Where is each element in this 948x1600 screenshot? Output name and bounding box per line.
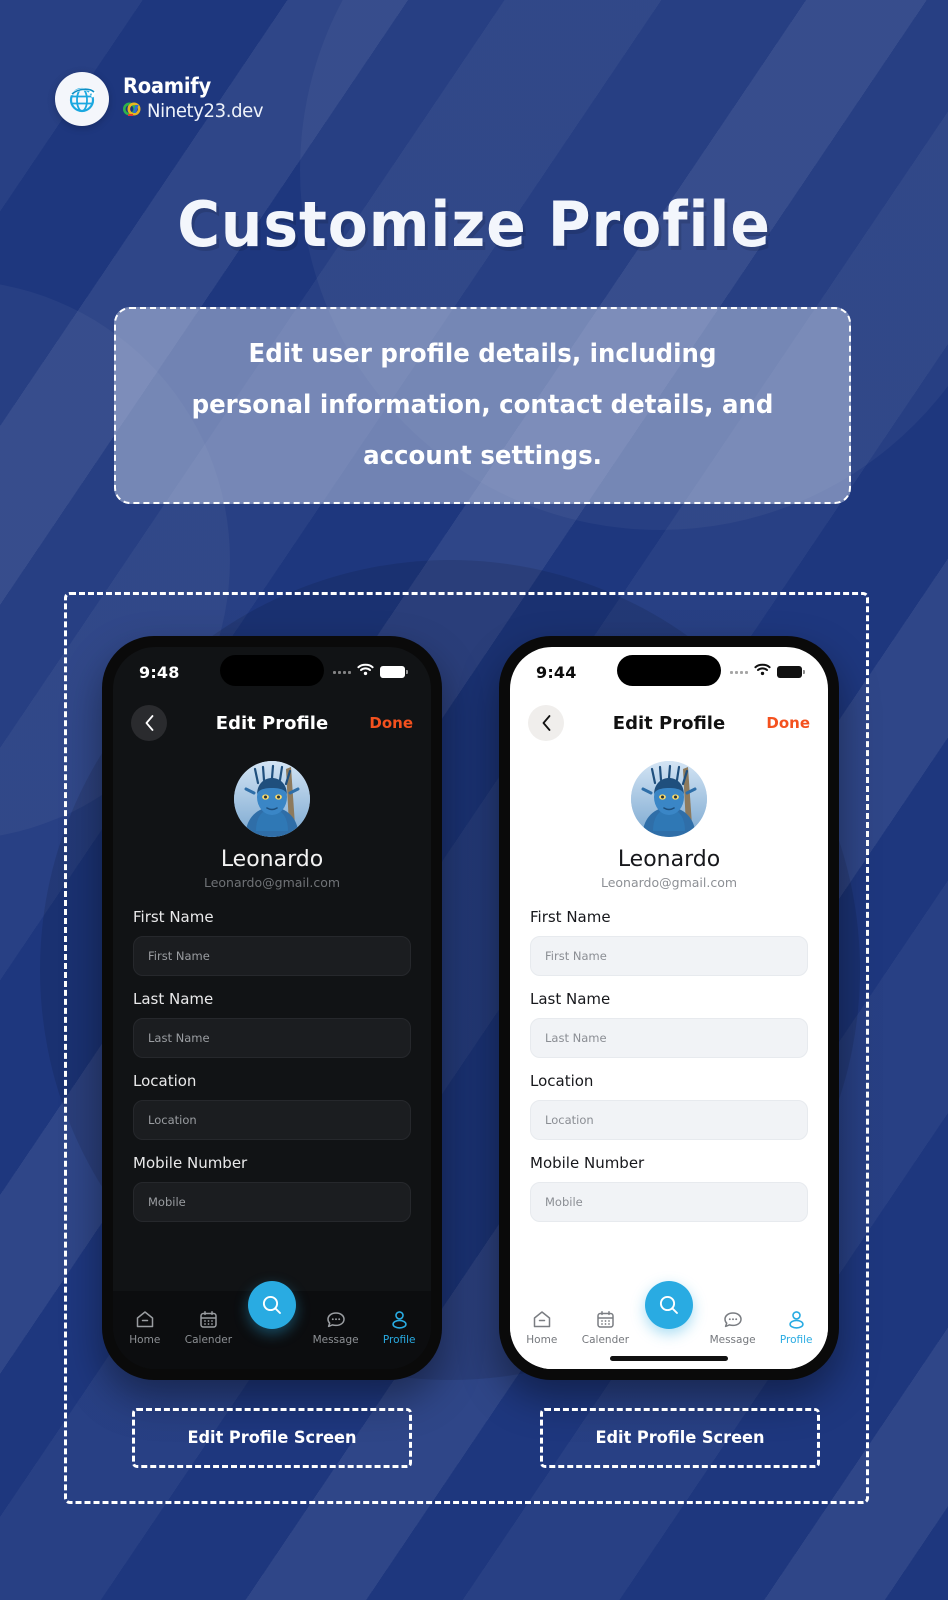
tab-label: Home: [526, 1334, 558, 1346]
home-icon: [532, 1309, 552, 1329]
search-icon[interactable]: [247, 1281, 296, 1329]
field-label: Location: [133, 1072, 197, 1090]
battery-full-icon: [380, 666, 408, 678]
profile-header: Leonardo Leonardo@gmail.com: [510, 749, 828, 890]
field-first-name: First Name First Name: [530, 908, 808, 976]
field-label: First Name: [133, 908, 214, 926]
profile-form: First Name First Name Last Name Last Nam…: [510, 890, 828, 1222]
message-icon: [326, 1309, 346, 1329]
field-label: Last Name: [530, 990, 611, 1008]
field-last-name: Last Name Last Name: [530, 990, 808, 1058]
tab-label: Calender: [184, 1334, 233, 1346]
field-mobile-number: Mobile Number Mobile: [530, 1154, 808, 1222]
ninety23-badge-icon: [123, 100, 143, 123]
globe-icon: [55, 72, 109, 126]
field-location: Location Location: [530, 1072, 808, 1140]
dynamic-island: [220, 655, 324, 686]
nav-bar: Edit Profile Done: [113, 697, 431, 749]
tab-profile[interactable]: Profile: [367, 1309, 431, 1346]
tab-home[interactable]: Home: [510, 1309, 574, 1346]
tab-profile[interactable]: Profile: [764, 1309, 828, 1346]
user-avatar-image[interactable]: [631, 761, 707, 837]
status-bar: 9:44: [510, 647, 828, 697]
profile-name: Leonardo: [220, 847, 324, 872]
caption-text: Edit Profile Screen: [187, 1428, 357, 1448]
chevron-left-icon[interactable]: [528, 705, 564, 741]
first-name-input[interactable]: First Name: [133, 936, 411, 976]
tab-label: Profile: [382, 1334, 416, 1346]
tab-label: Message: [709, 1334, 756, 1346]
search-icon[interactable]: [644, 1281, 693, 1329]
tab-message[interactable]: Message: [701, 1309, 765, 1346]
profile-email: Leonardo@gmail.com: [203, 875, 341, 890]
calendar-icon: [596, 1309, 615, 1329]
brand-lockup[interactable]: Roamify Ninety23.dev: [55, 72, 269, 126]
mobile-input[interactable]: Mobile: [530, 1182, 808, 1222]
tab-calender[interactable]: Calender: [177, 1309, 241, 1346]
phone-mockup-dark: 9:48 Edit Profile Done Leonardo Leonardo…: [102, 636, 442, 1380]
profile-email: Leonardo@gmail.com: [600, 875, 738, 890]
done-button[interactable]: Done: [369, 714, 413, 732]
chevron-left-icon[interactable]: [131, 705, 167, 741]
description-box: Edit user profile details, including per…: [114, 307, 851, 504]
field-last-name: Last Name Last Name: [133, 990, 411, 1058]
field-first-name: First Name First Name: [133, 908, 411, 976]
caption-text: Edit Profile Screen: [595, 1428, 765, 1448]
calendar-icon: [199, 1309, 218, 1329]
field-location: Location Location: [133, 1072, 411, 1140]
description-text: Edit user profile details, including per…: [191, 339, 774, 471]
person-icon: [787, 1309, 806, 1329]
profile-header: Leonardo Leonardo@gmail.com: [113, 749, 431, 890]
field-label: Mobile Number: [133, 1154, 248, 1172]
home-indicator: [213, 1356, 331, 1361]
field-label: First Name: [530, 908, 611, 926]
wifi-icon: [357, 663, 374, 681]
field-label: Location: [530, 1072, 594, 1090]
user-avatar-image[interactable]: [234, 761, 310, 837]
brand-name: Roamify: [123, 74, 211, 99]
tab-label: Home: [129, 1334, 161, 1346]
last-name-input[interactable]: Last Name: [530, 1018, 808, 1058]
first-name-input[interactable]: First Name: [530, 936, 808, 976]
home-indicator: [610, 1356, 728, 1361]
message-icon: [723, 1309, 743, 1329]
wifi-icon: [754, 663, 771, 681]
page-title: Customize Profile: [177, 188, 771, 261]
person-icon: [390, 1309, 409, 1329]
tab-calender[interactable]: Calender: [574, 1309, 638, 1346]
last-name-input[interactable]: Last Name: [133, 1018, 411, 1058]
phone-mockup-light: 9:44 Edit Profile Done Leonardo Leonardo…: [499, 636, 839, 1380]
field-label: Mobile Number: [530, 1154, 645, 1172]
status-time: 9:48: [139, 662, 180, 682]
tab-home[interactable]: Home: [113, 1309, 177, 1346]
tab-label: Message: [312, 1334, 359, 1346]
signal-dots-icon: [730, 670, 748, 674]
battery-full-icon: [777, 666, 805, 678]
page-root: Roamify Ninety23.dev Customize Profile E…: [0, 0, 948, 1600]
profile-form: First Name First Name Last Name Last Nam…: [113, 890, 431, 1222]
caption-box-left: Edit Profile Screen: [132, 1408, 412, 1468]
nav-bar: Edit Profile Done: [510, 697, 828, 749]
location-input[interactable]: Location: [133, 1100, 411, 1140]
tab-label: Calender: [581, 1334, 630, 1346]
dynamic-island: [617, 655, 721, 686]
field-label: Last Name: [133, 990, 214, 1008]
field-mobile-number: Mobile Number Mobile: [133, 1154, 411, 1222]
screen-dark: 9:48 Edit Profile Done Leonardo Leonardo…: [113, 647, 431, 1369]
mobile-input[interactable]: Mobile: [133, 1182, 411, 1222]
profile-name: Leonardo: [617, 847, 721, 872]
location-input[interactable]: Location: [530, 1100, 808, 1140]
caption-box-right: Edit Profile Screen: [540, 1408, 820, 1468]
brand-subtitle: Ninety23.dev: [147, 99, 264, 122]
signal-dots-icon: [333, 670, 351, 674]
status-time: 9:44: [536, 662, 577, 682]
tab-message[interactable]: Message: [304, 1309, 368, 1346]
status-bar: 9:48: [113, 647, 431, 697]
screen-light: 9:44 Edit Profile Done Leonardo Leonardo…: [510, 647, 828, 1369]
home-icon: [135, 1309, 155, 1329]
done-button[interactable]: Done: [766, 714, 810, 732]
tab-label: Profile: [779, 1334, 813, 1346]
